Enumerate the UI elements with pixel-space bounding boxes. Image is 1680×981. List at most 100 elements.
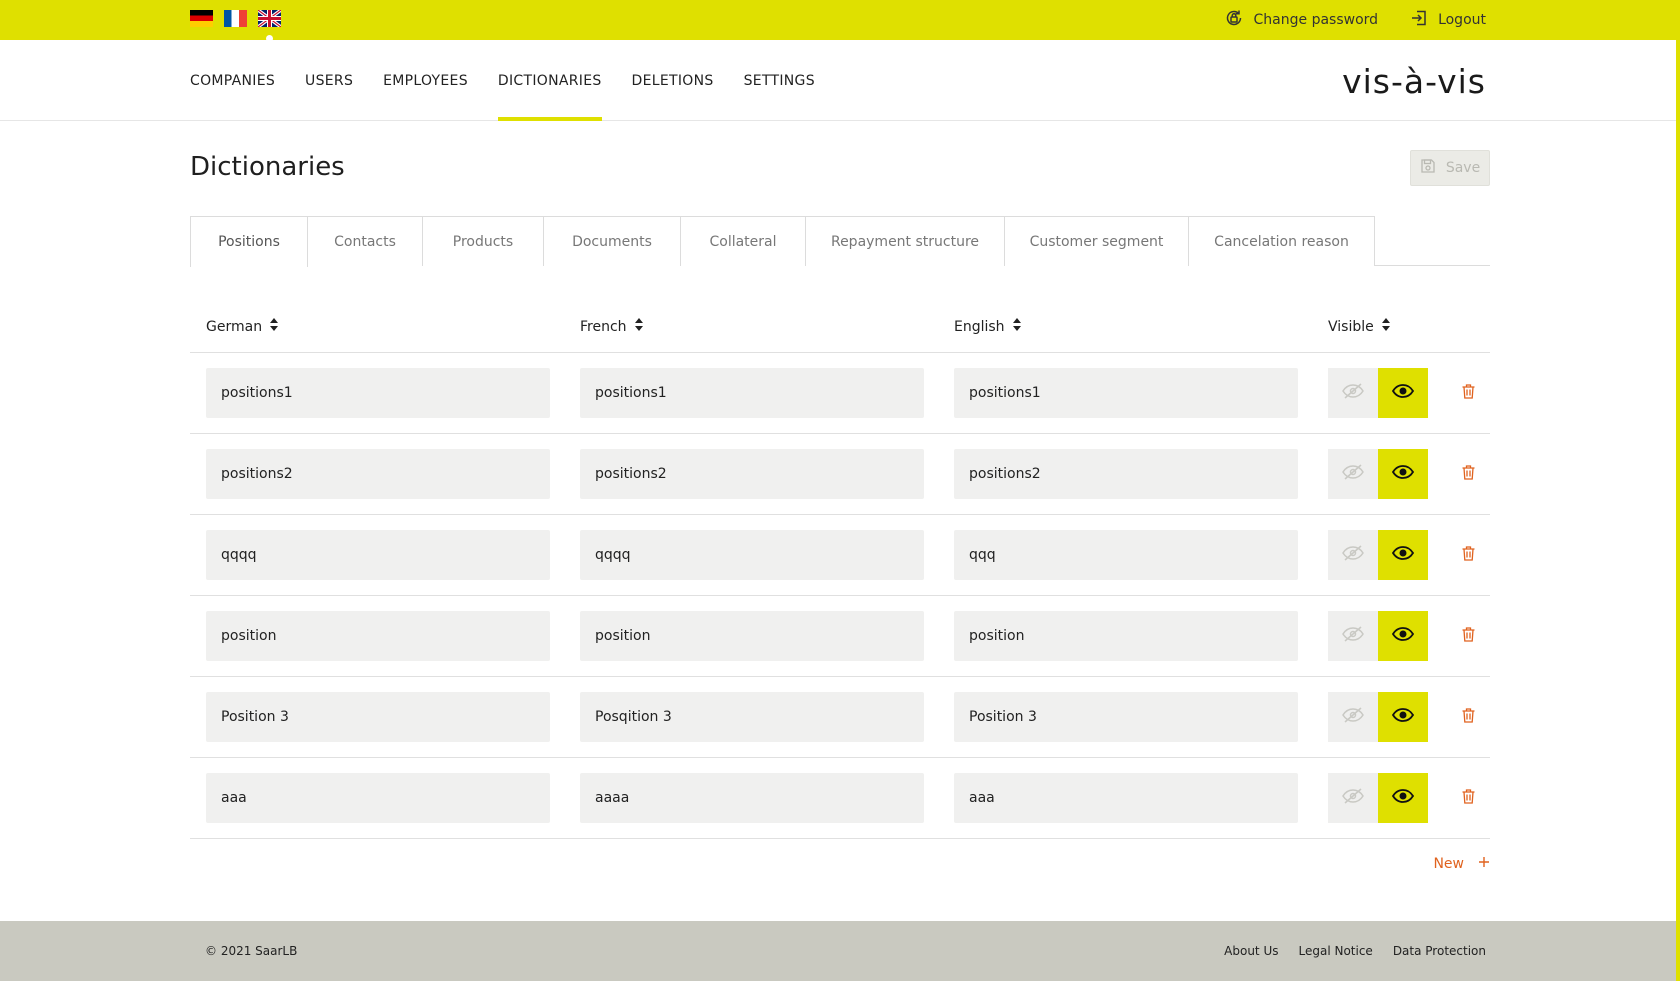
delete-button[interactable] [1458, 788, 1478, 808]
hide-toggle-button[interactable] [1328, 692, 1378, 742]
column-header-label: German [206, 318, 263, 335]
column-header-label: English [954, 318, 1005, 335]
footer-link-data-protection[interactable]: Data Protection [1393, 944, 1486, 958]
english-input[interactable] [954, 692, 1298, 742]
show-toggle-button[interactable] [1378, 530, 1428, 580]
table-body [190, 353, 1490, 839]
tab-positions[interactable]: Positions [190, 216, 308, 267]
eye-icon [1391, 788, 1415, 808]
eye-icon [1391, 464, 1415, 484]
logout-icon [1410, 9, 1428, 31]
column-header-visible[interactable]: Visible [1328, 318, 1390, 335]
show-toggle-button[interactable] [1378, 773, 1428, 823]
french-input[interactable] [580, 611, 924, 661]
nav-item-companies[interactable]: COMPANIES [190, 40, 275, 121]
french-input[interactable] [580, 368, 924, 418]
french-input[interactable] [580, 773, 924, 823]
column-header-french[interactable]: French [580, 318, 643, 335]
table-row [190, 758, 1490, 839]
nav-item-deletions[interactable]: DELETIONS [632, 40, 714, 121]
english-input[interactable] [954, 449, 1298, 499]
show-toggle-button[interactable] [1378, 692, 1428, 742]
new-entry-button[interactable]: New [1433, 856, 1490, 872]
tab-contacts[interactable]: Contacts [307, 216, 423, 266]
logout-link[interactable]: Logout [1410, 9, 1486, 31]
english-input[interactable] [954, 611, 1298, 661]
save-button-label: Save [1445, 160, 1481, 176]
table-row [190, 353, 1490, 434]
trash-icon [1462, 545, 1475, 565]
hide-toggle-button[interactable] [1328, 530, 1378, 580]
show-toggle-button[interactable] [1378, 449, 1428, 499]
change-password-link[interactable]: Change password [1224, 8, 1379, 32]
flag-fr-icon[interactable] [224, 10, 247, 27]
delete-button[interactable] [1458, 383, 1478, 403]
german-input[interactable] [206, 773, 550, 823]
column-header-label: French [580, 318, 627, 335]
german-input[interactable] [206, 368, 550, 418]
table-row [190, 515, 1490, 596]
show-toggle-button[interactable] [1378, 368, 1428, 418]
main-navigation: COMPANIES USERS EMPLOYEES DICTIONARIES D… [0, 40, 1676, 121]
eye-icon [1391, 545, 1415, 565]
page-title: Dictionaries [190, 152, 345, 182]
save-button[interactable]: Save [1410, 150, 1490, 186]
table-row [190, 677, 1490, 758]
english-input[interactable] [954, 368, 1298, 418]
footer-link-about-us[interactable]: About Us [1224, 944, 1278, 958]
delete-button[interactable] [1458, 545, 1478, 565]
tab-repayment-structure[interactable]: Repayment structure [805, 216, 1005, 266]
french-input[interactable] [580, 449, 924, 499]
logout-label: Logout [1438, 12, 1486, 28]
eye-slash-icon [1342, 383, 1364, 403]
french-input[interactable] [580, 530, 924, 580]
tab-cancelation-reason[interactable]: Cancelation reason [1188, 216, 1375, 266]
tab-documents[interactable]: Documents [543, 216, 681, 266]
change-password-label: Change password [1253, 12, 1379, 28]
hide-toggle-button[interactable] [1328, 368, 1378, 418]
dictionary-table: German French English Visible [190, 300, 1490, 839]
footer-link-legal-notice[interactable]: Legal Notice [1298, 944, 1372, 958]
show-toggle-button[interactable] [1378, 611, 1428, 661]
brand-logo[interactable]: vis-à-vis [1342, 62, 1486, 101]
eye-slash-icon [1342, 707, 1364, 727]
german-input[interactable] [206, 530, 550, 580]
german-input[interactable] [206, 449, 550, 499]
top-bar: Change password Logout [0, 0, 1676, 42]
delete-button[interactable] [1458, 464, 1478, 484]
scrollbar[interactable] [1676, 0, 1680, 981]
column-header-german[interactable]: German [206, 318, 279, 335]
flag-de-icon[interactable] [190, 10, 213, 27]
copyright: © 2021 SaarLB [205, 944, 298, 958]
hide-toggle-button[interactable] [1328, 611, 1378, 661]
tab-collateral[interactable]: Collateral [680, 216, 806, 266]
table-row [190, 596, 1490, 677]
tab-customer-segment[interactable]: Customer segment [1004, 216, 1189, 266]
nav-item-employees[interactable]: EMPLOYEES [383, 40, 468, 121]
new-entry-label: New [1433, 856, 1464, 872]
column-header-english[interactable]: English [954, 318, 1021, 335]
hide-toggle-button[interactable] [1328, 449, 1378, 499]
nav-item-dictionaries[interactable]: DICTIONARIES [497, 40, 602, 121]
nav-item-settings[interactable]: SETTINGS [744, 40, 815, 121]
column-header-label: Visible [1328, 318, 1374, 335]
nav-item-users[interactable]: USERS [305, 40, 353, 121]
hide-toggle-button[interactable] [1328, 773, 1378, 823]
eye-icon [1391, 383, 1415, 403]
trash-icon [1462, 788, 1475, 808]
delete-button[interactable] [1458, 707, 1478, 727]
sort-icon [270, 318, 279, 335]
german-input[interactable] [206, 611, 550, 661]
floppy-disk-icon [1420, 158, 1436, 178]
trash-icon [1462, 626, 1475, 646]
english-input[interactable] [954, 530, 1298, 580]
flag-gb-icon[interactable] [258, 10, 281, 27]
tab-products[interactable]: Products [422, 216, 544, 266]
french-input[interactable] [580, 692, 924, 742]
delete-button[interactable] [1458, 626, 1478, 646]
table-row [190, 434, 1490, 515]
table-header: German French English Visible [190, 300, 1490, 353]
trash-icon [1462, 383, 1475, 403]
english-input[interactable] [954, 773, 1298, 823]
german-input[interactable] [206, 692, 550, 742]
